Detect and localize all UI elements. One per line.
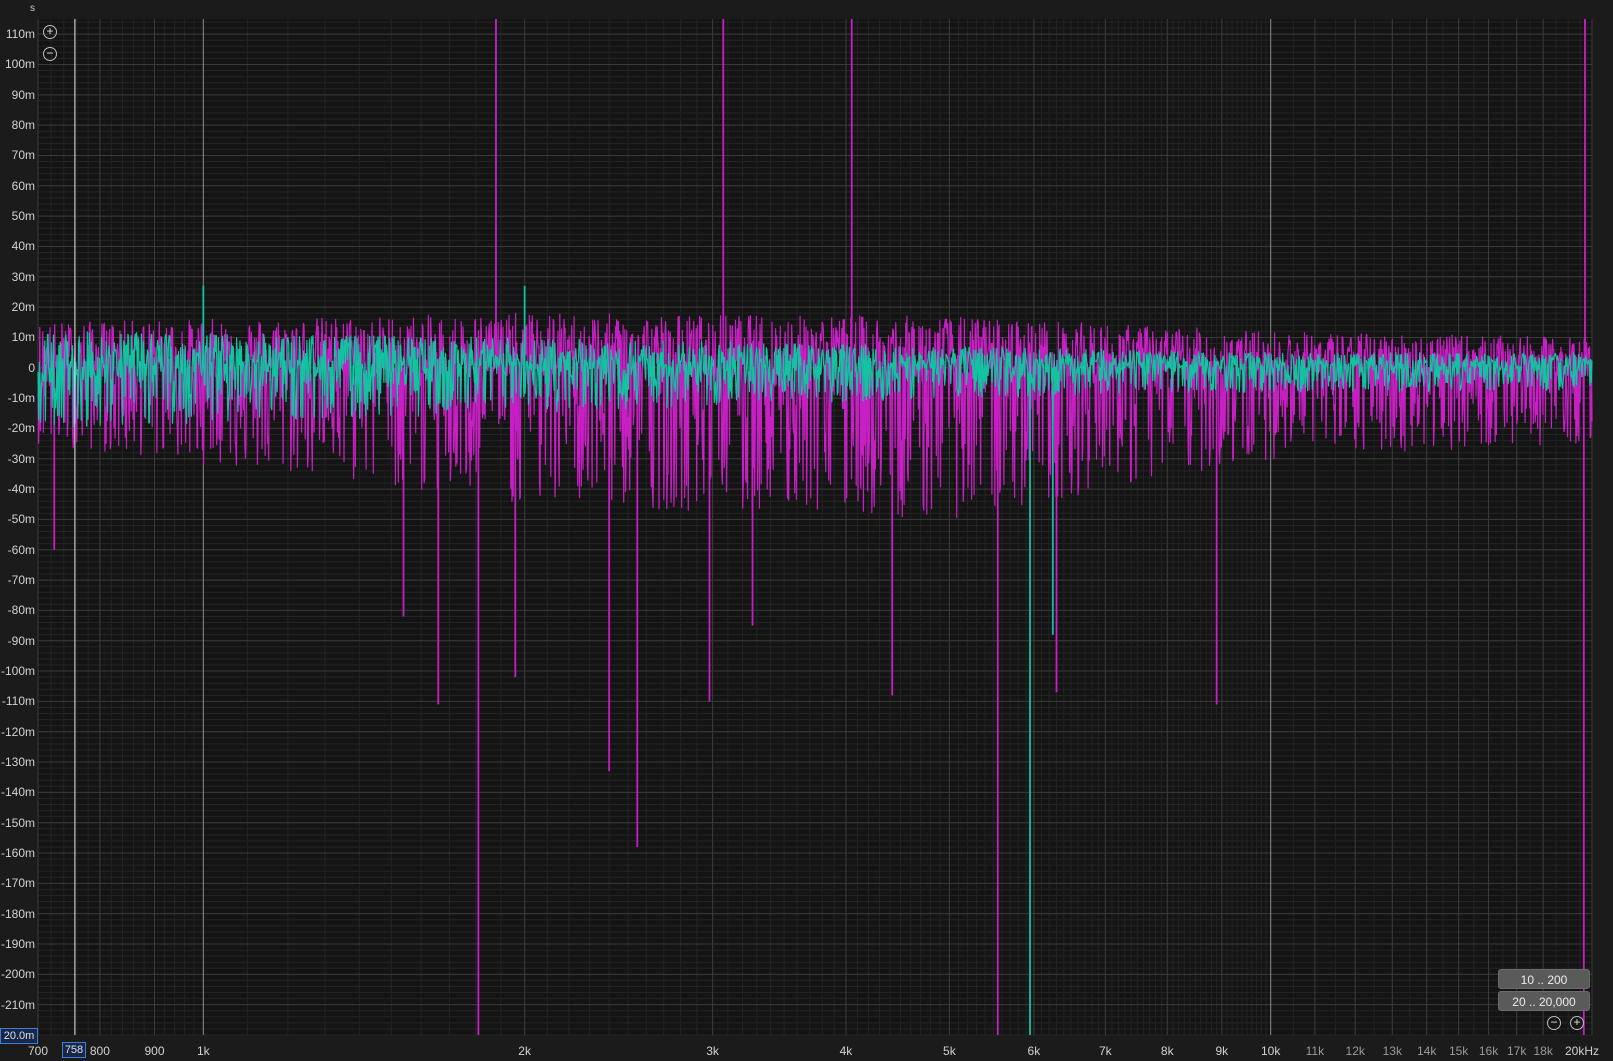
y-tick-label: -210m [0, 997, 35, 1012]
y-tick-label: 40m [11, 239, 35, 254]
range-button-full[interactable]: 20 .. 20,000 [1498, 991, 1590, 1011]
y-tick-label: -190m [0, 937, 35, 951]
y-tick-label: -90m [7, 633, 35, 648]
y-tick-label: 70m [11, 148, 35, 163]
y-tick-label: 110m [5, 27, 35, 42]
y-tick-label: -150m [0, 815, 35, 830]
y-tick-label: -120m [0, 724, 35, 739]
y-tick-label: -60m [7, 542, 35, 557]
top-unit-label: s [30, 3, 35, 14]
x-tick-label: 20kHz [1564, 1044, 1600, 1058]
x-tick-label: 4k [839, 1044, 853, 1058]
y-tick-label: -160m [0, 846, 35, 861]
y-tick-label: -80m [7, 603, 35, 618]
x-tick-label: 1k [196, 1044, 210, 1058]
cursor-y-readout[interactable]: 20.0m [0, 1028, 38, 1044]
x-tick-label: 17k [1506, 1044, 1527, 1058]
y-tick-label: 30m [11, 269, 35, 284]
y-tick-label: 60m [11, 178, 35, 193]
y-tick-label: 80m [11, 118, 35, 133]
y-tick-label: -30m [7, 451, 35, 466]
plot-area [38, 19, 1592, 1035]
x-tick-label: 18k [1533, 1044, 1553, 1058]
y-tick-label: 10m [11, 330, 35, 345]
y-tick-label: -70m [7, 573, 35, 588]
x-tick-label: 2k [518, 1044, 531, 1058]
spectrum-chart[interactable] [0, 0, 1613, 1061]
y-tick-label: 50m [11, 209, 35, 224]
cursor-x-readout[interactable]: 758 [62, 1042, 86, 1058]
x-tick-label: 15k [1448, 1044, 1469, 1058]
zoom-in-icon[interactable]: + [1570, 1016, 1584, 1030]
y-tick-label: 0 [28, 360, 35, 375]
x-tick-label: 12k [1345, 1044, 1365, 1058]
x-tick-label: 800 [89, 1044, 110, 1058]
zoom-out-icon[interactable]: − [1547, 1016, 1561, 1030]
y-tick-label: 90m [11, 87, 35, 102]
y-tick-label: -40m [7, 482, 35, 497]
y-tick-label: -100m [0, 664, 35, 679]
x-tick-label: 8k [1160, 1044, 1174, 1058]
x-tick-label: 900 [144, 1044, 165, 1058]
y-tick-label: -50m [7, 512, 35, 527]
y-tick-label: -130m [0, 755, 35, 770]
zoom-in-icon[interactable]: + [43, 25, 57, 39]
y-tick-label: -10m [7, 391, 35, 406]
x-tick-label: 11k [1305, 1044, 1325, 1058]
x-tick-label: 700 [27, 1044, 49, 1058]
y-tick-label: -180m [0, 906, 35, 921]
x-tick-label: 7k [1099, 1044, 1112, 1058]
zoom-out-icon[interactable]: − [43, 47, 57, 61]
x-tick-label: 6k [1027, 1044, 1041, 1058]
x-tick-label: 16k [1478, 1044, 1499, 1058]
x-tick-label: 5k [943, 1044, 956, 1058]
x-tick-label: 14k [1416, 1044, 1437, 1058]
y-tick-label: 20m [11, 300, 35, 315]
range-button-low[interactable]: 10 .. 200 [1498, 969, 1590, 989]
y-tick-label: -20m [7, 421, 35, 436]
y-tick-label: -200m [0, 967, 35, 982]
y-tick-label: 100m [4, 57, 35, 72]
y-tick-label: -170m [0, 876, 35, 891]
y-tick-label: -110m [1, 694, 35, 709]
y-tick-label: -140m [0, 785, 35, 800]
x-tick-label: 3k [706, 1044, 719, 1058]
x-tick-label: 13k [1382, 1044, 1402, 1058]
x-tick-label: 9k [1215, 1044, 1229, 1058]
x-tick-label: 10k [1261, 1044, 1281, 1058]
